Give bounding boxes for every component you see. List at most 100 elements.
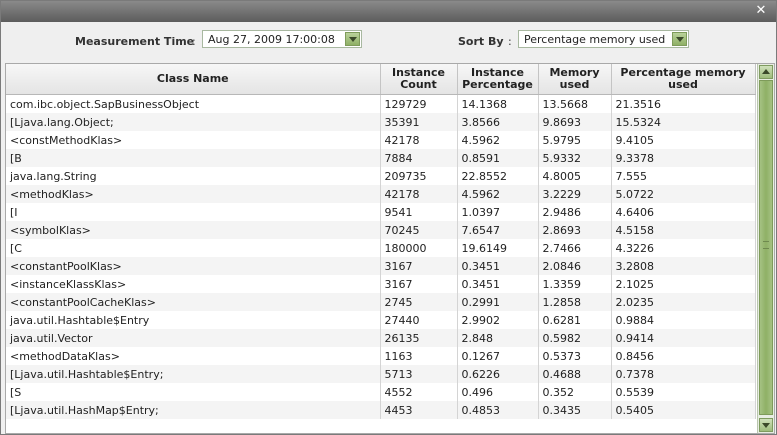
table-row[interactable]: [S 4552 0.496 0.352 0.5539	[6, 383, 756, 401]
cell-class-name: [Ljava.util.HashMap$Entry;	[6, 401, 381, 419]
cell-instance-percentage: 2.848	[457, 329, 539, 347]
cell-memory-used: 4.8005	[538, 167, 612, 185]
cell-memory-used: 0.3435	[538, 401, 612, 419]
sort-by-value: Percentage memory used	[524, 33, 666, 46]
cell-instance-count: 42178	[380, 185, 458, 203]
cell-memory-used: 0.5982	[538, 329, 612, 347]
scrollbar-thumb[interactable]	[759, 80, 773, 415]
cell-instance-count: 35391	[380, 113, 458, 131]
cell-instance-count: 4453	[380, 401, 458, 419]
cell-instance-percentage: 3.8566	[457, 113, 539, 131]
table-row[interactable]: com.ibc.object.SapBusinessObject 129729 14…	[6, 94, 756, 113]
cell-percentage-memory-used: 0.7378	[611, 365, 756, 383]
cell-instance-count: 5713	[380, 365, 458, 383]
cell-instance-percentage: 0.496	[457, 383, 539, 401]
measurement-time-value: Aug 27, 2009 17:00:08	[208, 33, 335, 46]
column-header-percentage-memory-used[interactable]: Percentage memory used	[611, 64, 756, 95]
cell-instance-percentage: 4.5962	[457, 131, 539, 149]
cell-percentage-memory-used: 0.8456	[611, 347, 756, 365]
column-header-class-name[interactable]: Class Name	[6, 64, 381, 95]
cell-memory-used: 0.5373	[538, 347, 612, 365]
cell-class-name: java.lang.String	[6, 167, 381, 185]
cell-percentage-memory-used: 2.0235	[611, 293, 756, 311]
cell-percentage-memory-used: 0.9884	[611, 311, 756, 329]
cell-memory-used: 1.2858	[538, 293, 612, 311]
sort-by-select[interactable]: Percentage memory used	[518, 30, 689, 48]
table-row[interactable]: <constMethodKlas> 42178 4.5962 5.9795 9.4105	[6, 131, 756, 149]
scroll-up-icon[interactable]	[759, 65, 773, 79]
class-memory-table: Class Name Instance Count Instance Perce…	[5, 63, 775, 434]
cell-percentage-memory-used: 21.3516	[611, 94, 756, 113]
cell-memory-used: 9.8693	[538, 113, 612, 131]
cell-instance-percentage: 2.9902	[457, 311, 539, 329]
cell-class-name: <methodDataKlas>	[6, 347, 381, 365]
cell-memory-used: 2.9486	[538, 203, 612, 221]
table-row[interactable]: [Ljava.lang.Object; 35391 3.8566 9.8693 15.5…	[6, 113, 756, 131]
cell-instance-percentage: 0.2991	[457, 293, 539, 311]
cell-percentage-memory-used: 7.555	[611, 167, 756, 185]
table-row[interactable]: java.util.Vector 26135 2.848 0.5982 0.9414	[6, 329, 756, 347]
cell-class-name: [I	[6, 203, 381, 221]
table-row[interactable]: <instanceKlassKlas> 3167 0.3451 1.3359 2.102…	[6, 275, 756, 293]
measurement-time-colon: :	[192, 35, 196, 48]
table-row[interactable]: [I 9541 1.0397 2.9486 4.6406	[6, 203, 756, 221]
cell-instance-count: 9541	[380, 203, 458, 221]
scroll-down-icon[interactable]	[759, 418, 773, 432]
table-row[interactable]: <methodKlas> 42178 4.5962 3.2229 5.0722	[6, 185, 756, 203]
column-header-instance-count[interactable]: Instance Count	[380, 64, 458, 95]
cell-instance-percentage: 0.4853	[457, 401, 539, 419]
cell-instance-count: 2745	[380, 293, 458, 311]
heap-histogram-dialog: ✕ Measurement Time : Aug 27, 2009 17:00:…	[0, 0, 777, 435]
cell-class-name: java.util.Hashtable$Entry	[6, 311, 381, 329]
cell-instance-count: 42178	[380, 131, 458, 149]
table-row[interactable]: [C 180000 19.6149 2.7466 4.3226	[6, 239, 756, 257]
close-icon[interactable]: ✕	[754, 4, 768, 18]
cell-percentage-memory-used: 3.2808	[611, 257, 756, 275]
vertical-scrollbar[interactable]	[757, 64, 774, 433]
cell-instance-count: 180000	[380, 239, 458, 257]
table-row[interactable]: <methodDataKlas> 1163 0.1267 0.5373 0.8456	[6, 347, 756, 365]
cell-instance-percentage: 14.1368	[457, 94, 539, 113]
cell-instance-count: 3167	[380, 275, 458, 293]
filter-bar: Measurement Time : Aug 27, 2009 17:00:08…	[1, 22, 776, 60]
cell-memory-used: 2.7466	[538, 239, 612, 257]
cell-instance-percentage: 7.6547	[457, 221, 539, 239]
cell-memory-used: 0.6281	[538, 311, 612, 329]
cell-memory-used: 1.3359	[538, 275, 612, 293]
table-row[interactable]: [Ljava.util.Hashtable$Entry; 5713 0.6226 0.…	[6, 365, 756, 383]
cell-instance-percentage: 4.5962	[457, 185, 539, 203]
cell-memory-used: 3.2229	[538, 185, 612, 203]
column-header-memory-used[interactable]: Memory used	[538, 64, 612, 95]
cell-class-name: com.ibc.object.SapBusinessObject	[6, 94, 381, 113]
table-row[interactable]: <constantPoolCacheKlas> 2745 0.2991 1.2858 2…	[6, 293, 756, 311]
chevron-down-icon[interactable]	[345, 32, 360, 46]
cell-instance-percentage: 19.6149	[457, 239, 539, 257]
cell-percentage-memory-used: 0.5539	[611, 383, 756, 401]
cell-instance-count: 7884	[380, 149, 458, 167]
cell-class-name: [B	[6, 149, 381, 167]
table-row[interactable]: <symbolKlas> 70245 7.6547 2.8693 4.5158	[6, 221, 756, 239]
chevron-down-icon[interactable]	[672, 32, 687, 46]
cell-class-name: <constMethodKlas>	[6, 131, 381, 149]
cell-memory-used: 0.4688	[538, 365, 612, 383]
column-header-instance-percentage[interactable]: Instance Percentage	[457, 64, 539, 95]
table-row[interactable]: java.lang.String 209735 22.8552 4.8005 7.555	[6, 167, 756, 185]
measurement-time-select[interactable]: Aug 27, 2009 17:00:08	[202, 30, 362, 48]
table-row[interactable]: [Ljava.util.HashMap$Entry; 4453 0.4853 0.34…	[6, 401, 756, 419]
dialog-titlebar: ✕	[1, 1, 776, 22]
cell-class-name: java.util.Vector	[6, 329, 381, 347]
cell-instance-count: 4552	[380, 383, 458, 401]
table-body: com.ibc.object.SapBusinessObject 129729 14…	[6, 94, 756, 419]
cell-class-name: [Ljava.lang.Object;	[6, 113, 381, 131]
table-row[interactable]: <constantPoolKlas> 3167 0.3451 2.0846 3.2808	[6, 257, 756, 275]
cell-instance-count: 129729	[380, 94, 458, 113]
cell-percentage-memory-used: 4.3226	[611, 239, 756, 257]
cell-class-name: <methodKlas>	[6, 185, 381, 203]
cell-class-name: [Ljava.util.Hashtable$Entry;	[6, 365, 381, 383]
cell-instance-percentage: 0.3451	[457, 257, 539, 275]
header-row: Class Name Instance Count Instance Perce…	[6, 64, 756, 95]
table-row[interactable]: java.util.Hashtable$Entry 27440 2.9902 0.62…	[6, 311, 756, 329]
cell-instance-percentage: 1.0397	[457, 203, 539, 221]
table-row[interactable]: [B 7884 0.8591 5.9332 9.3378	[6, 149, 756, 167]
cell-percentage-memory-used: 4.5158	[611, 221, 756, 239]
